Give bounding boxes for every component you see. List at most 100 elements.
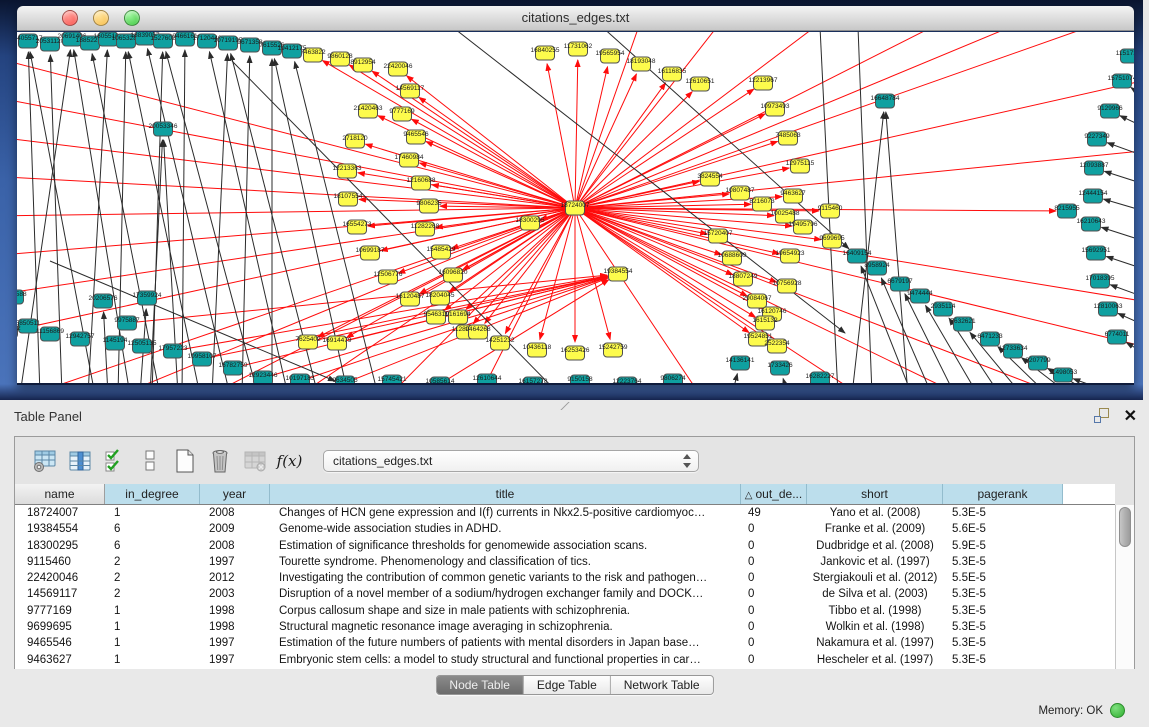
tab-network-table[interactable]: Network Table xyxy=(611,676,713,694)
network-node-label: 7632621 xyxy=(950,318,976,325)
network-node-label: 12093887 xyxy=(1080,162,1109,169)
network-edge xyxy=(1106,256,1134,269)
network-node-label: 9777169 xyxy=(389,108,415,115)
table-cell: 0 xyxy=(741,652,807,668)
network-edge xyxy=(182,50,185,383)
table-row[interactable]: 1938455462009Genome-wide association stu… xyxy=(15,521,1115,537)
tab-node-table[interactable]: Node Table xyxy=(436,676,524,694)
network-node-label: 12444154 xyxy=(1079,190,1108,197)
network-node-label: 9115460 xyxy=(818,205,843,212)
column-header-filler xyxy=(1063,484,1115,504)
table-row[interactable]: 977716911998Corpus callosum shape and si… xyxy=(15,603,1115,619)
table-selector-dropdown[interactable]: citations_edges.txt xyxy=(323,450,699,472)
table-cell: Embryonic stem cells: a model to study s… xyxy=(270,652,741,668)
function-builder-button[interactable]: f(x) xyxy=(276,447,303,475)
column-header-in_degree[interactable]: in_degree xyxy=(105,484,200,504)
table-row[interactable]: 2242004622012Investigating the contribut… xyxy=(15,570,1115,586)
network-node-label: 10807487 xyxy=(726,187,755,194)
table-cell: 2009 xyxy=(200,521,270,537)
minimize-window-button[interactable] xyxy=(93,10,109,26)
table-cell: 5.3E-5 xyxy=(943,652,1063,668)
network-node-label: 9207799 xyxy=(1025,357,1051,364)
network-edge xyxy=(886,112,908,383)
table-cell: 22420046 xyxy=(15,570,105,586)
table-cell: Nakamura et al. (1997) xyxy=(807,635,943,651)
table-cell-filler xyxy=(1063,619,1115,635)
network-node-label: 9806274 xyxy=(660,375,686,382)
table-cell: 0 xyxy=(741,635,807,651)
column-header-pagerank[interactable]: pagerank xyxy=(943,484,1063,504)
network-node-label: 16648784 xyxy=(871,95,900,102)
table-cell: Jankovic et al. (1997) xyxy=(807,554,943,570)
network-node-label: 12160688 xyxy=(407,177,436,184)
clear-selection-button[interactable] xyxy=(136,447,163,475)
table-cell: Tibbo et al. (1998) xyxy=(807,603,943,619)
network-node-label: 8958924 xyxy=(864,262,890,269)
delete-table-button[interactable] xyxy=(241,447,268,475)
select-all-button[interactable] xyxy=(101,447,128,475)
scrollbar-thumb[interactable] xyxy=(1119,507,1131,547)
network-node-label: 20206576 xyxy=(89,295,118,302)
table-scrollbar[interactable] xyxy=(1115,505,1134,669)
table-row[interactable]: 946362711997Embryonic stem cells: a mode… xyxy=(15,652,1115,668)
table-row[interactable]: 1830029562008Estimation of significance … xyxy=(15,538,1115,554)
network-node-label: 9699695 xyxy=(819,235,845,242)
column-header-short[interactable]: short xyxy=(807,484,943,504)
tab-edge-table[interactable]: Edge Table xyxy=(524,676,611,694)
table-row[interactable]: 946554611997Estimation of the future num… xyxy=(15,635,1115,651)
status-bar: Memory: OK xyxy=(1038,703,1125,718)
new-document-button[interactable] xyxy=(171,447,198,475)
table-cell: 0 xyxy=(741,586,807,602)
network-edge xyxy=(127,275,607,323)
table-cell: 1 xyxy=(105,652,200,668)
table-settings-button[interactable] xyxy=(31,447,58,475)
memory-status-indicator[interactable] xyxy=(1110,703,1125,718)
network-node-label: 19412175 xyxy=(278,45,307,52)
network-node-label: 19654923 xyxy=(776,250,805,257)
table-cell: Genome-wide association studies in ADHD. xyxy=(270,521,741,537)
select-all-icon xyxy=(103,448,127,474)
network-node-label: 14136141 xyxy=(726,357,755,364)
network-edge xyxy=(1104,199,1134,211)
network-node-label: 12610651 xyxy=(686,78,715,85)
table-cell: 1998 xyxy=(200,603,270,619)
table-toolbar: f(x) citations_edges.txt xyxy=(15,437,1134,484)
column-header-year[interactable]: year xyxy=(200,484,270,504)
network-canvas[interactable]: 1872400718300295746382298601288912954214… xyxy=(17,32,1134,383)
table-cell: 2012 xyxy=(200,570,270,586)
table-cell: Stergiakouli et al. (2012) xyxy=(807,570,943,586)
network-node-label: 21420463 xyxy=(354,105,383,112)
table-cell: 9115460 xyxy=(15,554,105,570)
network-node-label: 10585614 xyxy=(426,378,455,383)
table-row[interactable]: 911546021997Tourette syndrome. Phenomeno… xyxy=(15,554,1115,570)
select-columns-button[interactable] xyxy=(66,447,93,475)
table-row[interactable]: 969969511998Structural magnetic resonanc… xyxy=(15,619,1115,635)
network-edge xyxy=(242,56,250,383)
table-cell: 1 xyxy=(105,603,200,619)
network-node-label: 16120487 xyxy=(396,293,425,300)
network-node-label: 9634505 xyxy=(332,377,358,383)
table-cell: 49 xyxy=(741,505,807,521)
network-edge xyxy=(92,54,160,383)
network-node-label: 15692951 xyxy=(1082,247,1111,254)
column-header-out_de[interactable]: △out_de... xyxy=(741,484,807,504)
table-row[interactable]: 1456911722003Disruption of a novel membe… xyxy=(15,586,1115,602)
network-node-label: 11517262 xyxy=(1116,50,1134,57)
network-node-label: 11498053 xyxy=(1049,369,1078,376)
close-window-button[interactable] xyxy=(62,10,78,26)
table-cell: 1 xyxy=(105,635,200,651)
table-row[interactable]: 1872400712008Changes of HCN gene express… xyxy=(15,505,1115,521)
table-cell: Corpus callosum shape and size in male p… xyxy=(270,603,741,619)
network-node-label: 6679197 xyxy=(887,278,913,285)
zoom-window-button[interactable] xyxy=(124,10,140,26)
network-window-titlebar[interactable]: citations_edges.txt xyxy=(17,6,1134,31)
network-node-label: 9464268 xyxy=(465,326,491,333)
close-panel-icon[interactable]: ✕ xyxy=(1124,409,1137,425)
column-header-title[interactable]: title xyxy=(270,484,741,504)
float-panel-icon[interactable] xyxy=(1094,408,1111,425)
delete-button[interactable] xyxy=(206,447,233,475)
column-header-name[interactable]: name xyxy=(15,484,105,504)
network-node-label: 11282268 xyxy=(411,223,440,230)
network-node-label: 12506776 xyxy=(374,271,403,278)
network-node-label: 20053346 xyxy=(149,123,178,130)
